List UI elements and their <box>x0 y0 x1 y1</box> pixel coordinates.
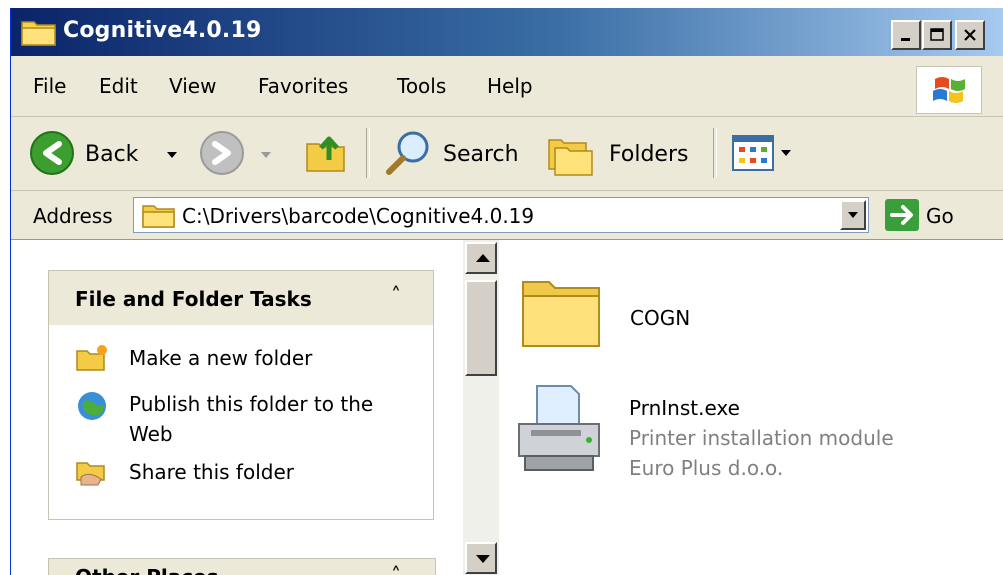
windows-logo <box>916 66 982 114</box>
arrow-up-icon <box>476 254 490 262</box>
explorer-window: Cognitive4.0.19 File Edit View Favorites… <box>10 8 1003 575</box>
menu-favorites[interactable]: Favorites <box>258 74 348 98</box>
folder-icon <box>142 205 175 228</box>
printer-icon <box>518 385 600 471</box>
go-label[interactable]: Go <box>926 204 954 228</box>
folders-icon <box>548 139 593 176</box>
task-panel-title: File and Folder Tasks <box>75 287 312 311</box>
vertical-scrollbar[interactable] <box>463 240 499 575</box>
address-dropdown-button[interactable] <box>840 200 866 230</box>
address-bar: Address C:\Drivers\barcode\Cognitive4.0.… <box>11 191 1003 239</box>
file-name: PrnInst.exe <box>629 396 740 420</box>
views-icon <box>732 135 774 171</box>
task-label: Make a new folder <box>129 346 313 370</box>
scroll-down-button[interactable] <box>465 542 497 574</box>
close-button[interactable] <box>955 20 985 50</box>
menu-file[interactable]: File <box>33 74 66 98</box>
task-label: Share this folder <box>129 460 294 484</box>
menu-bar: File Edit View Favorites Tools Help <box>11 56 1003 117</box>
file-description: Printer installation module <box>629 426 894 450</box>
toolbar: Back Search Folders <box>11 118 1003 191</box>
address-input[interactable]: C:\Drivers\barcode\Cognitive4.0.19 <box>133 197 869 233</box>
share-folder-icon <box>76 462 105 486</box>
scroll-thumb[interactable] <box>465 280 497 376</box>
search-button[interactable]: Search <box>383 128 527 180</box>
other-places-title: Other Places <box>75 565 219 575</box>
forward-button[interactable] <box>199 130 279 178</box>
menu-view[interactable]: View <box>169 74 216 98</box>
scroll-up-button[interactable] <box>465 242 497 274</box>
views-button[interactable] <box>731 134 803 174</box>
folders-label: Folders <box>609 142 689 167</box>
folder-icon <box>522 281 600 347</box>
content-area: File and Folder Tasks ˄ Make a new folde… <box>11 239 1003 575</box>
back-label: Back <box>85 142 139 167</box>
minimize-button[interactable] <box>891 20 921 50</box>
folders-button[interactable]: Folders <box>545 128 705 180</box>
menu-tools[interactable]: Tools <box>397 74 446 98</box>
close-icon <box>964 29 976 41</box>
up-folder-icon <box>306 136 345 172</box>
collapse-icon[interactable]: ˄ <box>391 283 401 307</box>
minimize-icon <box>901 38 910 41</box>
go-arrow-icon <box>890 205 913 225</box>
forward-dropdown-icon <box>261 152 271 158</box>
maximize-button[interactable] <box>922 20 952 50</box>
menu-edit[interactable]: Edit <box>99 74 138 98</box>
back-arrow-icon <box>30 131 74 175</box>
views-dropdown-icon <box>781 150 791 156</box>
forward-arrow-icon <box>200 131 244 175</box>
task-panel-header[interactable]: File and Folder Tasks ˄ <box>49 271 433 325</box>
collapse-icon[interactable]: ˄ <box>391 563 401 575</box>
address-label: Address <box>33 204 113 228</box>
window-title: Cognitive4.0.19 <box>63 18 262 43</box>
toolbar-separator <box>366 128 370 178</box>
back-button[interactable]: Back <box>29 130 189 178</box>
arrow-down-icon <box>476 555 490 563</box>
go-button[interactable] <box>885 199 919 231</box>
windows-flag-icon <box>933 77 965 103</box>
task-pane: File and Folder Tasks ˄ Make a new folde… <box>11 240 463 575</box>
file-name: COGN <box>630 306 691 330</box>
task-label: Publish this folder to the Web <box>129 392 374 446</box>
search-label: Search <box>443 142 519 167</box>
address-path: C:\Drivers\barcode\Cognitive4.0.19 <box>182 204 535 228</box>
menu-help[interactable]: Help <box>487 74 533 98</box>
file-folder-tasks-panel: File and Folder Tasks ˄ Make a new folde… <box>48 270 434 520</box>
up-folder-button[interactable] <box>303 130 355 178</box>
search-icon <box>386 131 429 175</box>
toolbar-separator <box>713 128 717 178</box>
chevron-down-icon <box>848 212 858 218</box>
file-item-cogn[interactable]: COGN <box>519 270 819 360</box>
other-places-panel[interactable]: Other Places ˄ <box>48 558 436 575</box>
file-item-prninst[interactable]: PrnInst.exe Printer installation module … <box>509 380 969 490</box>
folder-icon <box>21 21 56 46</box>
title-bar[interactable]: Cognitive4.0.19 <box>11 8 1003 56</box>
web-publish-icon <box>78 392 106 420</box>
file-company: Euro Plus d.o.o. <box>629 456 784 480</box>
new-folder-icon <box>76 345 107 371</box>
back-dropdown-icon <box>167 152 177 158</box>
maximize-icon <box>930 28 944 41</box>
